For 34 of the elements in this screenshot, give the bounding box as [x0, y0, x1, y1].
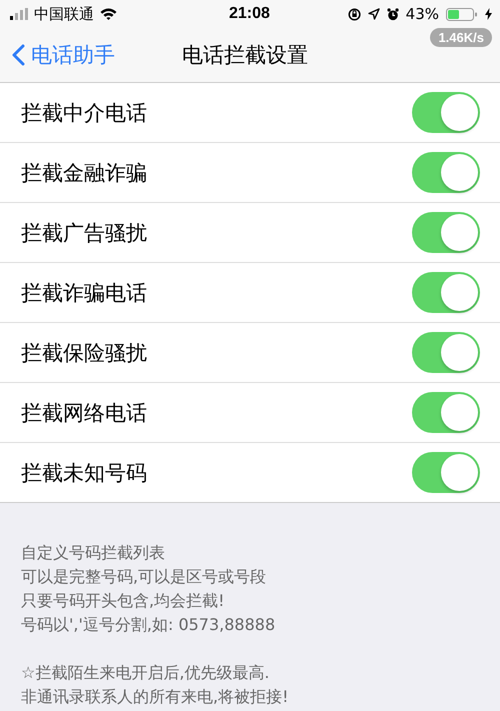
- back-button[interactable]: 电话助手: [12, 41, 115, 69]
- setting-label: 拦截网络电话: [21, 400, 147, 426]
- wifi-icon: [100, 8, 117, 20]
- note-text: ☆拦截陌生来电开启后,优先级最高.: [21, 662, 271, 684]
- screen-title: 电话拦截设置: [182, 42, 308, 69]
- note-text: 非通讯录联系人的所有来电,将被拒接!: [21, 686, 290, 708]
- signal-icon: [10, 8, 28, 20]
- setting-label: 拦截保险骚扰: [21, 340, 147, 366]
- note-text: 号码以','逗号分割,如: 0573,88888: [21, 614, 276, 636]
- toggle-switch[interactable]: [412, 392, 480, 433]
- network-speed-badge: 1.46K/s: [430, 28, 492, 47]
- battery-icon: [446, 8, 478, 20]
- setting-label: 拦截诈骗电话: [21, 280, 147, 306]
- note-text: 自定义号码拦截列表: [21, 542, 166, 564]
- clock-time: 21:08: [229, 5, 270, 23]
- toggle-switch[interactable]: [412, 92, 480, 133]
- location-arrow-icon: [368, 8, 380, 20]
- toggle-switch[interactable]: [412, 332, 480, 373]
- alarm-clock-icon: [386, 8, 399, 20]
- setting-label: 拦截未知号码: [21, 460, 147, 486]
- note-text: 只要号码开头包含,均会拦截!: [21, 590, 226, 612]
- toggle-switch[interactable]: [412, 152, 480, 193]
- setting-label: 拦截中介电话: [21, 100, 147, 126]
- note-text: 可以是完整号码,可以是区号或号段: [21, 566, 268, 588]
- setting-label: 拦截金融诈骗: [21, 160, 147, 186]
- toggle-switch[interactable]: [412, 452, 480, 493]
- back-chevron-icon: [12, 44, 25, 66]
- carrier-name: 中国联通: [34, 4, 94, 24]
- toggle-switch[interactable]: [412, 272, 480, 313]
- battery-percent: 43%: [406, 5, 439, 23]
- setting-label: 拦截广告骚扰: [21, 220, 147, 246]
- toggle-switch[interactable]: [412, 212, 480, 253]
- rotation-lock-icon: [348, 8, 361, 20]
- lightning-icon: [485, 8, 492, 20]
